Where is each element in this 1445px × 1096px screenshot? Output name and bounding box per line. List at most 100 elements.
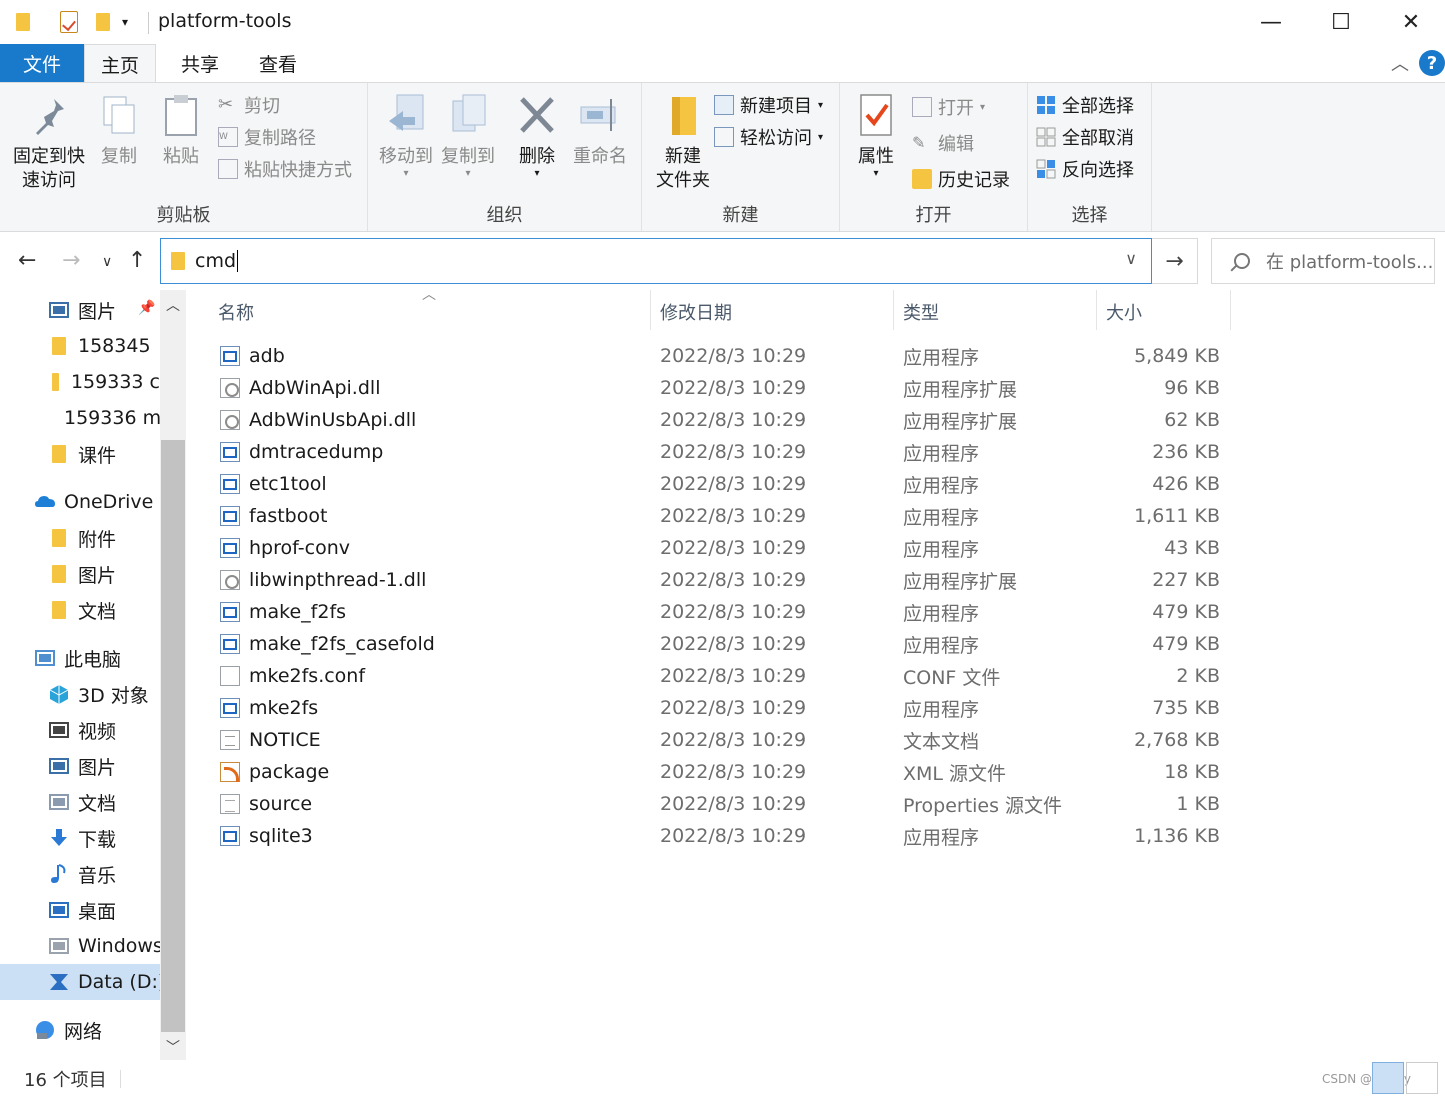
copy-to-button[interactable]: 复制到 ▾ — [436, 91, 500, 179]
open-button[interactable]: 打开 ▾ — [912, 93, 985, 121]
app-file-icon — [220, 826, 240, 846]
sidebar-item[interactable]: 159333 c — [0, 364, 160, 400]
file-size: 2,768 KB — [1134, 729, 1220, 751]
collapse-ribbon-icon[interactable]: ︿ — [1391, 50, 1409, 76]
file-row[interactable]: etc1tool 2022/8/3 10:29 应用程序 426 KB — [200, 468, 1230, 500]
edit-button[interactable]: ✎ 编辑 — [912, 129, 974, 157]
move-to-button[interactable]: 移动到 ▾ — [374, 91, 438, 179]
file-row[interactable]: adb 2022/8/3 10:29 应用程序 5,849 KB — [200, 340, 1230, 372]
sidebar-item[interactable]: 音乐 — [0, 856, 160, 892]
tab-share[interactable]: 共享 — [162, 44, 238, 82]
column-header-type[interactable]: 类型 — [903, 290, 939, 334]
file-name-cell: sqlite3 — [220, 820, 313, 852]
prop-file-icon — [220, 794, 240, 814]
invert-selection-button[interactable]: 反向选择 — [1036, 155, 1134, 183]
file-row[interactable]: fastboot 2022/8/3 10:29 应用程序 1,611 KB — [200, 500, 1230, 532]
scroll-up-arrow-icon[interactable]: ︿ — [160, 292, 186, 318]
address-bar[interactable]: cmd ∨ — [160, 238, 1152, 284]
file-row[interactable]: make_f2fs_casefold 2022/8/3 10:29 应用程序 479 … — [200, 628, 1230, 660]
search-box[interactable]: 在 platform-tools... — [1211, 238, 1435, 284]
select-none-button[interactable]: 全部取消 — [1036, 123, 1134, 151]
details-view-button[interactable] — [1372, 1062, 1404, 1094]
sidebar-item[interactable]: 158345 — [0, 328, 160, 364]
easy-access-button[interactable]: 轻松访问 ▾ — [714, 123, 823, 151]
column-divider[interactable] — [650, 290, 651, 330]
sidebar-item[interactable]: Data (D:) — [0, 964, 160, 1000]
tab-home[interactable]: 主页 — [84, 44, 156, 83]
column-header-size[interactable]: 大小 — [1106, 290, 1142, 334]
paste-button[interactable]: 粘贴 — [158, 91, 204, 169]
file-row[interactable]: NOTICE 2022/8/3 10:29 文本文档 2,768 KB — [200, 724, 1230, 756]
sidebar-item[interactable]: 此电脑 — [0, 640, 160, 676]
file-row[interactable]: mke2fs 2022/8/3 10:29 应用程序 735 KB — [200, 692, 1230, 724]
sidebar-item[interactable]: 下载 — [0, 820, 160, 856]
sidebar-item[interactable]: 图片 — [0, 292, 160, 328]
file-name: NOTICE — [249, 729, 321, 751]
select-all-button[interactable]: 全部选择 — [1036, 91, 1134, 119]
file-row[interactable]: AdbWinUsbApi.dll 2022/8/3 10:29 应用程序扩展 62 K… — [200, 404, 1230, 436]
new-folder-quick-access-button[interactable] — [96, 10, 110, 34]
file-size: 479 KB — [1152, 633, 1220, 655]
sidebar-item[interactable]: 3D 对象 — [0, 676, 160, 712]
column-divider[interactable] — [893, 290, 894, 330]
maximize-button[interactable]: ☐ — [1306, 0, 1376, 44]
delete-button[interactable]: 删除 ▾ — [514, 91, 560, 179]
close-button[interactable]: ✕ — [1376, 0, 1445, 44]
rename-button[interactable]: 重命名 — [570, 91, 630, 169]
file-row[interactable]: package 2022/8/3 10:29 XML 源文件 18 KB — [200, 756, 1230, 788]
file-row[interactable]: AdbWinApi.dll 2022/8/3 10:29 应用程序扩展 96 KB — [200, 372, 1230, 404]
file-row[interactable]: hprof-conv 2022/8/3 10:29 应用程序 43 KB — [200, 532, 1230, 564]
forward-arrow-icon[interactable]: → — [62, 248, 80, 273]
sidebar-item[interactable]: 图片 — [0, 556, 160, 592]
customize-quick-access-icon[interactable]: ▾ — [122, 10, 128, 34]
new-item-button[interactable]: 新建项目 ▾ — [714, 91, 823, 119]
file-row[interactable]: libwinpthread-1.dll 2022/8/3 10:29 应用程序扩展 2… — [200, 564, 1230, 596]
sidebar-item[interactable]: OneDrive - — [0, 484, 160, 520]
navigation-pane-scrollbar[interactable]: ︿ ﹀ — [160, 290, 186, 1060]
sidebar-item-label: Data (D:) — [78, 971, 160, 993]
large-icons-view-button[interactable] — [1406, 1062, 1438, 1094]
minimize-button[interactable]: — — [1236, 0, 1306, 44]
sidebar-item[interactable]: 视频 — [0, 712, 160, 748]
file-row[interactable]: dmtracedump 2022/8/3 10:29 应用程序 236 KB — [200, 436, 1230, 468]
scrollbar-thumb[interactable] — [161, 440, 185, 1032]
pin-quick-access-button[interactable]: 固定到快 速访问 — [10, 91, 88, 193]
recent-locations-chevron-icon[interactable]: ∨ — [102, 254, 112, 270]
tab-view[interactable]: 查看 — [240, 44, 316, 82]
column-header-name[interactable]: 名称 — [218, 290, 254, 334]
column-divider[interactable] — [1096, 290, 1097, 330]
tab-file[interactable]: 文件 — [0, 44, 84, 82]
sidebar-item[interactable]: 文档 — [0, 592, 160, 628]
properties-quick-access-button[interactable] — [60, 10, 78, 34]
file-row[interactable]: source 2022/8/3 10:29 Properties 源文件 1 KB — [200, 788, 1230, 820]
history-button[interactable]: 历史记录 — [912, 165, 1010, 193]
sidebar-item[interactable]: 课件 — [0, 436, 160, 472]
file-row[interactable]: mke2fs.conf 2022/8/3 10:29 CONF 文件 2 KB — [200, 660, 1230, 692]
sidebar-item-label: OneDrive - — [64, 491, 160, 513]
sidebar-item[interactable]: 159336 m — [0, 400, 160, 436]
back-arrow-icon[interactable]: ← — [18, 248, 36, 273]
up-arrow-icon[interactable]: ↑ — [128, 248, 146, 273]
sidebar-item[interactable]: 附件 — [0, 520, 160, 556]
scroll-down-arrow-icon[interactable]: ﹀ — [160, 1034, 186, 1060]
go-arrow-button[interactable]: → — [1152, 238, 1198, 284]
sidebar-item[interactable]: 图片 — [0, 748, 160, 784]
search-input[interactable]: 在 platform-tools... — [1266, 248, 1433, 274]
sidebar-item[interactable]: 桌面 — [0, 892, 160, 928]
sidebar-item[interactable]: 文档 — [0, 784, 160, 820]
paste-shortcut-button[interactable]: 粘贴快捷方式 — [218, 155, 352, 183]
sidebar-item[interactable]: 网络 — [0, 1012, 160, 1048]
file-row[interactable]: make_f2fs 2022/8/3 10:29 应用程序 479 KB — [200, 596, 1230, 628]
column-divider[interactable] — [1230, 290, 1231, 330]
copy-path-button[interactable]: W 复制路径 — [218, 123, 316, 151]
address-input[interactable]: cmd — [195, 250, 236, 272]
properties-button[interactable]: 属性 ▾ — [852, 91, 900, 179]
copy-button[interactable]: 复制 — [96, 91, 142, 169]
file-row[interactable]: sqlite3 2022/8/3 10:29 应用程序 1,136 KB — [200, 820, 1230, 852]
new-folder-button[interactable]: 新建 文件夹 — [648, 91, 718, 193]
help-icon[interactable]: ? — [1419, 50, 1445, 76]
sidebar-item[interactable]: Windows — [0, 928, 160, 964]
column-header-date[interactable]: 修改日期 — [660, 290, 732, 334]
cut-button[interactable]: ✂ 剪切 — [218, 91, 280, 119]
address-history-chevron-icon[interactable]: ∨ — [1125, 249, 1137, 268]
